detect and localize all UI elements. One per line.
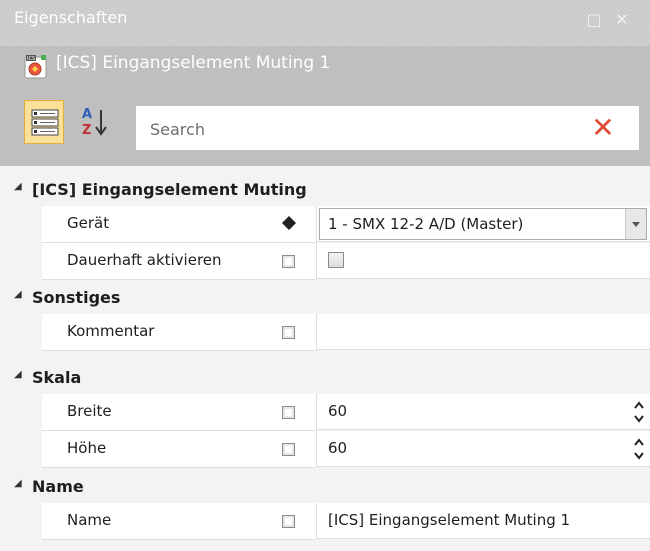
alphabetical-sort-button[interactable]: A Z	[80, 104, 110, 140]
collapse-triangle-icon[interactable]: ◢	[14, 478, 22, 489]
chevron-down-icon[interactable]	[625, 209, 646, 239]
ics-element-icon: ICS	[24, 54, 48, 80]
property-row-hoehe: Höhe 60	[42, 431, 650, 468]
property-box-icon	[282, 325, 295, 339]
property-box-icon	[282, 405, 295, 419]
svg-text:Z: Z	[82, 123, 91, 138]
sort-az-icon: A Z	[80, 104, 110, 140]
dauerhaft-aktivieren-checkbox[interactable]	[328, 252, 344, 268]
property-row-dauerhaft-aktivieren: Dauerhaft aktivieren	[42, 243, 650, 280]
property-name-cell[interactable]: Breite	[42, 394, 274, 431]
dropdown-value: 1 - SMX 12-2 A/D (Master)	[328, 215, 524, 233]
search-box: ✕	[136, 106, 639, 150]
categorized-view-button[interactable]	[24, 100, 64, 144]
category-label: [ICS] Eingangselement Muting	[32, 180, 307, 199]
property-value-cell	[316, 243, 650, 279]
category-skala[interactable]: ◢ Skala	[0, 362, 650, 394]
property-name-cell[interactable]: Dauerhaft aktivieren	[42, 243, 274, 280]
close-icon[interactable]: ✕	[612, 10, 632, 32]
property-label: Höhe	[67, 439, 107, 457]
kommentar-value-field[interactable]	[316, 314, 650, 350]
collapse-triangle-icon[interactable]: ◢	[14, 369, 22, 380]
diamond-icon	[282, 216, 296, 230]
property-row-kommentar: Kommentar	[42, 314, 650, 351]
clear-search-icon[interactable]: ✕	[589, 112, 617, 144]
property-name-cell[interactable]: Kommentar	[42, 314, 274, 351]
property-value: 60	[328, 439, 348, 457]
property-label: Name	[67, 511, 112, 529]
category-label: Sonstiges	[32, 288, 121, 307]
spinner-updown-icon[interactable]	[634, 436, 644, 462]
name-value-field[interactable]: [ICS] Eingangselement Muting 1	[316, 503, 650, 539]
category-ics-eingangselement-muting[interactable]: ◢ [ICS] Eingangselement Muting	[0, 174, 650, 206]
category-sonstiges[interactable]: ◢ Sonstiges	[0, 282, 650, 314]
property-box-icon	[282, 442, 295, 456]
property-row-geraet: Gerät 1 - SMX 12-2 A/D (Master)	[42, 206, 650, 243]
property-row-breite: Breite 60	[42, 394, 650, 431]
property-name-cell[interactable]: Gerät	[42, 206, 274, 243]
property-marker-cell	[274, 431, 316, 468]
breite-value-field[interactable]: 60	[316, 394, 650, 430]
property-name-cell[interactable]: Höhe	[42, 431, 274, 468]
svg-text:A: A	[82, 107, 92, 122]
collapse-triangle-icon[interactable]: ◢	[14, 181, 22, 192]
property-marker-cell	[274, 243, 316, 280]
property-grid: ◢ [ICS] Eingangselement Muting Gerät 1 -…	[0, 166, 650, 551]
restore-window-icon[interactable]: □	[584, 10, 604, 32]
property-value-cell: 1 - SMX 12-2 A/D (Master)	[316, 206, 650, 242]
panel-title: Eigenschaften	[14, 8, 128, 27]
property-box-icon	[282, 514, 295, 528]
categorized-view-icon	[31, 108, 59, 136]
property-marker-cell	[274, 503, 316, 540]
category-label: Skala	[32, 368, 82, 387]
svg-text:ICS: ICS	[27, 56, 35, 62]
property-marker-cell	[274, 394, 316, 431]
property-label: Dauerhaft aktivieren	[67, 251, 222, 269]
hoehe-value-field[interactable]: 60	[316, 431, 650, 467]
spinner-updown-icon[interactable]	[634, 399, 644, 425]
property-label: Gerät	[67, 214, 110, 232]
property-box-icon	[282, 254, 295, 268]
property-name-cell[interactable]: Name	[42, 503, 274, 540]
selected-element-name: [ICS] Eingangselement Muting 1	[56, 53, 331, 73]
property-value: 60	[328, 402, 348, 420]
property-label: Breite	[67, 402, 112, 420]
collapse-triangle-icon[interactable]: ◢	[14, 289, 22, 300]
property-row-name: Name [ICS] Eingangselement Muting 1	[42, 503, 650, 540]
property-label: Kommentar	[67, 322, 155, 340]
search-input[interactable]	[148, 114, 592, 144]
category-name[interactable]: ◢ Name	[0, 471, 650, 503]
property-marker-cell	[274, 206, 316, 243]
property-value: [ICS] Eingangselement Muting 1	[328, 511, 571, 529]
category-label: Name	[32, 477, 84, 496]
panel-title-bar: Eigenschaften □ ✕	[0, 0, 650, 46]
device-dropdown[interactable]: 1 - SMX 12-2 A/D (Master)	[319, 208, 647, 240]
property-marker-cell	[274, 314, 316, 351]
selected-element-header: ICS [ICS] Eingangselement Muting 1	[0, 46, 650, 90]
